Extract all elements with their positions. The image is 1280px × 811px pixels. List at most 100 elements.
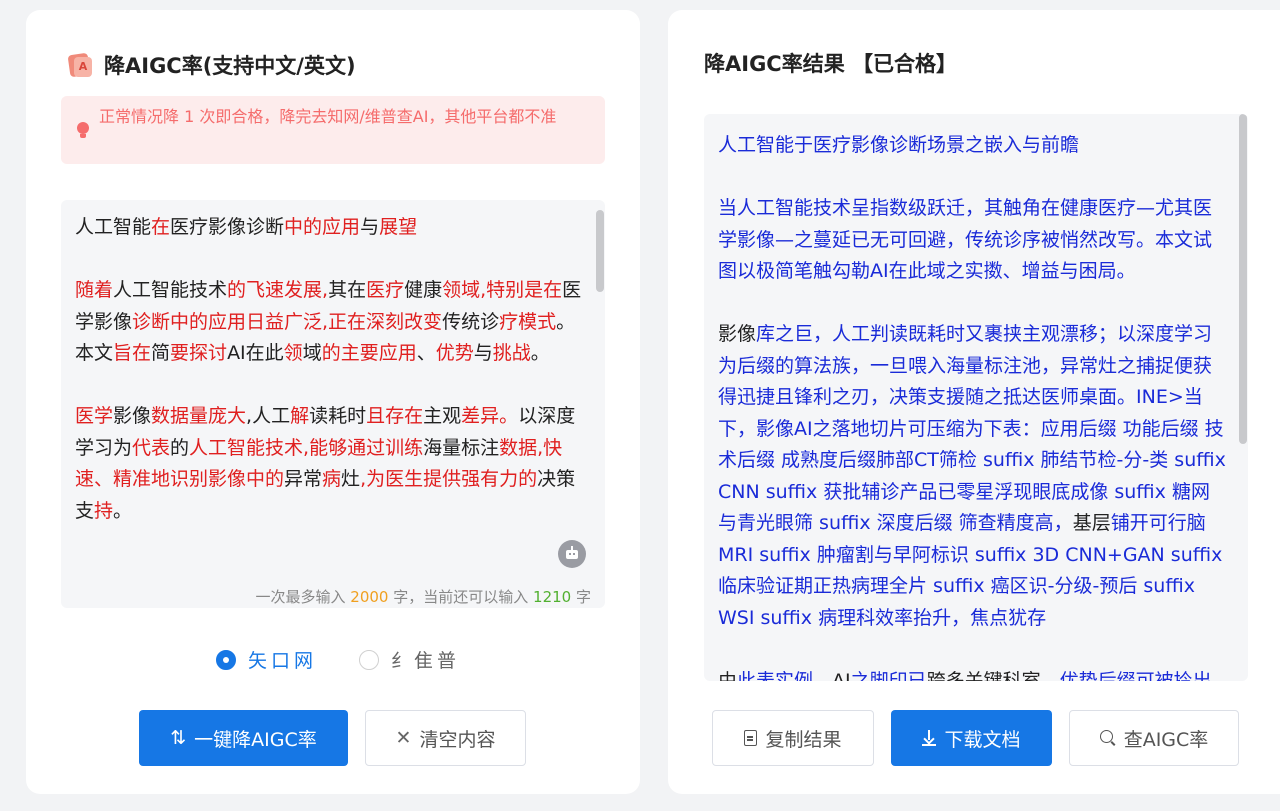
platform-label: 矢口网 <box>248 650 318 672</box>
input-highlight: 数据量庞大 <box>151 405 247 427</box>
input-segment: 异常 <box>284 468 323 490</box>
max-chars: 2000 <box>350 588 389 606</box>
input-segment: 域 <box>302 342 322 364</box>
reduce-aigc-button[interactable]: ⇅ 一键降AIGC率 <box>139 710 348 766</box>
result-highlight: 基层 <box>1072 512 1111 534</box>
input-segment: 医疗影像诊断 <box>170 216 285 238</box>
result-scrollbar[interactable] <box>1239 114 1247 444</box>
check-label: 查AIGC率 <box>1123 728 1209 751</box>
input-highlight: 人工智能技术,能够通过训练 <box>189 436 424 459</box>
result-paragraph: 人工智能于医疗影像诊断场景之嵌入与前瞻 <box>718 130 1228 162</box>
input-scrollbar[interactable] <box>596 210 604 292</box>
result-text-area[interactable]: 人工智能于医疗影像诊断场景之嵌入与前瞻当人工智能技术呈指数级跃迁，其触角在健康医… <box>704 114 1248 681</box>
copy-label: 复制结果 <box>765 728 842 751</box>
input-segment: AI在此 <box>227 342 284 364</box>
input-segment: 。 <box>530 342 550 364</box>
remaining-chars: 1210 <box>533 588 572 606</box>
input-highlight: 代表 <box>132 436 171 459</box>
input-segment: 海量标注 <box>423 436 500 459</box>
close-icon: ✕ <box>395 727 412 749</box>
input-highlight: 病 <box>322 468 342 490</box>
result-segment: 当人工智能技术呈指数级跃迁，其触角在健康医疗—尤其医学影像—之蔓延已无可回避，传… <box>718 197 1213 282</box>
copy-result-button[interactable]: 复制结果 <box>712 710 874 766</box>
download-label: 下载文档 <box>944 728 1021 751</box>
input-segment: 。 <box>113 499 133 522</box>
input-paragraph: 随着人工智能技术的飞速发展,其在医疗健康领域,特别是在医学影像诊断中的应用日益广… <box>75 275 585 370</box>
input-segment: 读耗时 <box>309 405 367 427</box>
platform-option-cnki[interactable]: 矢口网 <box>216 646 317 673</box>
input-highlight: 持 <box>94 499 114 522</box>
input-panel: A 降AIGC率(支持中文/英文) 正常情况降 1 次即合格，降完去知网/维普查… <box>26 10 640 794</box>
reduce-label: 一键降AIGC率 <box>194 728 317 751</box>
radio-checked-icon[interactable] <box>216 649 236 670</box>
input-highlight: 领 <box>283 342 303 364</box>
download-icon <box>922 730 937 746</box>
robot-icon[interactable] <box>558 540 586 568</box>
text-input-area[interactable]: 人工智能在医疗影像诊断中的应用与展望 随着人工智能技术的飞速发展,其在医疗健康领域… <box>61 200 605 608</box>
platform-label: 纟隹普 <box>391 650 461 672</box>
input-highlight: 的主要应用 <box>321 342 417 364</box>
result-text[interactable]: 人工智能于医疗影像诊断场景之嵌入与前瞻当人工智能技术呈指数级跃迁，其触角在健康医… <box>718 130 1228 681</box>
radio-unchecked-icon[interactable] <box>359 649 380 670</box>
result-segment: 犹存 <box>1008 606 1047 629</box>
input-highlight: 展望 <box>379 216 418 238</box>
input-segment: 人工智能技术 <box>113 279 228 301</box>
result-highlight: 跨多关键科室。 <box>926 669 1060 682</box>
result-paragraph: 当人工智能技术呈指数级跃迁，其触角在健康医疗—尤其医学影像—之蔓延已无可回避，传… <box>718 193 1228 288</box>
search-icon <box>1099 730 1116 746</box>
result-segment: 库之巨，人工判读既耗时又裹挟主观漂移；以深度学习为后缀的算法族，一旦喂入海量标注… <box>718 323 1226 534</box>
input-segment: 主观 <box>423 405 462 427</box>
download-document-button[interactable]: 下载文档 <box>891 710 1052 766</box>
input-segment: 影像 <box>113 405 152 427</box>
input-highlight: 优势 <box>435 342 474 364</box>
input-segment: 与 <box>473 342 493 364</box>
counter-prefix: 一次最多输入 <box>255 588 351 606</box>
input-text[interactable]: 人工智能在医疗影像诊断中的应用与展望 随着人工智能技术的飞速发展,其在医疗健康领域… <box>75 212 585 527</box>
result-highlight: AI <box>832 669 851 682</box>
input-highlight: 要探讨 <box>170 342 228 364</box>
check-aigc-button[interactable]: 查AIGC率 <box>1069 710 1239 766</box>
notice-text: 正常情况降 1 次即合格，降完去知网/维普查AI，其他平台都不准 <box>99 107 557 126</box>
input-highlight: 中的应用 <box>284 216 361 238</box>
input-panel-header: A 降AIGC率(支持中文/英文) <box>67 50 356 80</box>
result-paragraph: 由此表实例，AI之脚印已跨多关键科室。优势后缀可被拎出三条：效率抬升，阅片时长被… <box>718 666 1228 682</box>
input-segment: 人工智能 <box>75 216 152 238</box>
input-highlight: 解 <box>290 405 310 427</box>
input-highlight: 医学 <box>75 405 114 427</box>
input-paragraph: 医学影像数据量庞大,人工解读耗时且存在主观差异。以深度学习为代表的人工智能技术,… <box>75 401 585 527</box>
document-icon <box>744 730 758 746</box>
result-paragraph: 影像库之巨，人工判读既耗时又裹挟主观漂移；以深度学习为后缀的算法族，一旦喂入海量… <box>718 319 1228 634</box>
result-segment: 此表实例， <box>737 669 833 682</box>
input-highlight: 诊断中的应用日益广泛,正在深刻改变 <box>132 310 443 333</box>
swap-arrows-icon: ⇅ <box>170 727 187 749</box>
aigc-logo-icon: A <box>67 52 94 78</box>
input-highlight: 医疗 <box>366 279 405 301</box>
input-segment: ,人工 <box>246 405 291 427</box>
input-highlight: 的飞速发展, <box>227 279 329 301</box>
result-segment: 之脚印已 <box>850 669 927 682</box>
input-segment: 、 <box>416 342 436 364</box>
input-highlight: 随着 <box>75 279 114 301</box>
input-segment: 健康 <box>404 279 443 301</box>
input-highlight: 疗模式 <box>499 310 557 333</box>
result-segment: 人工智能于医疗影像诊断场景之嵌入与前瞻 <box>718 134 1080 156</box>
clear-content-button[interactable]: ✕ 清空内容 <box>365 710 526 766</box>
input-highlight: 差异 <box>461 405 500 427</box>
platform-selector: 矢口网 纟隹普 <box>216 646 502 673</box>
counter-suffix: 字 <box>571 588 591 606</box>
lightbulb-icon <box>76 122 90 140</box>
input-segment: 其在 <box>328 279 367 301</box>
counter-middle: 字，当前还可以输入 <box>388 588 534 606</box>
input-paragraph: 人工智能在医疗影像诊断中的应用与展望 <box>75 212 585 244</box>
input-highlight: 领域,特别是在 <box>442 279 563 301</box>
input-panel-title: 降AIGC率(支持中文/英文) <box>104 54 356 78</box>
result-panel-header: 降AIGC率结果 【已合格】 <box>704 48 957 78</box>
char-counter: 一次最多输入 2000 字，当前还可以输入 1210 字 <box>256 586 591 607</box>
input-highlight: ,为医生提供强有力的 <box>360 468 538 490</box>
platform-option-vip[interactable]: 纟隹普 <box>359 646 460 673</box>
